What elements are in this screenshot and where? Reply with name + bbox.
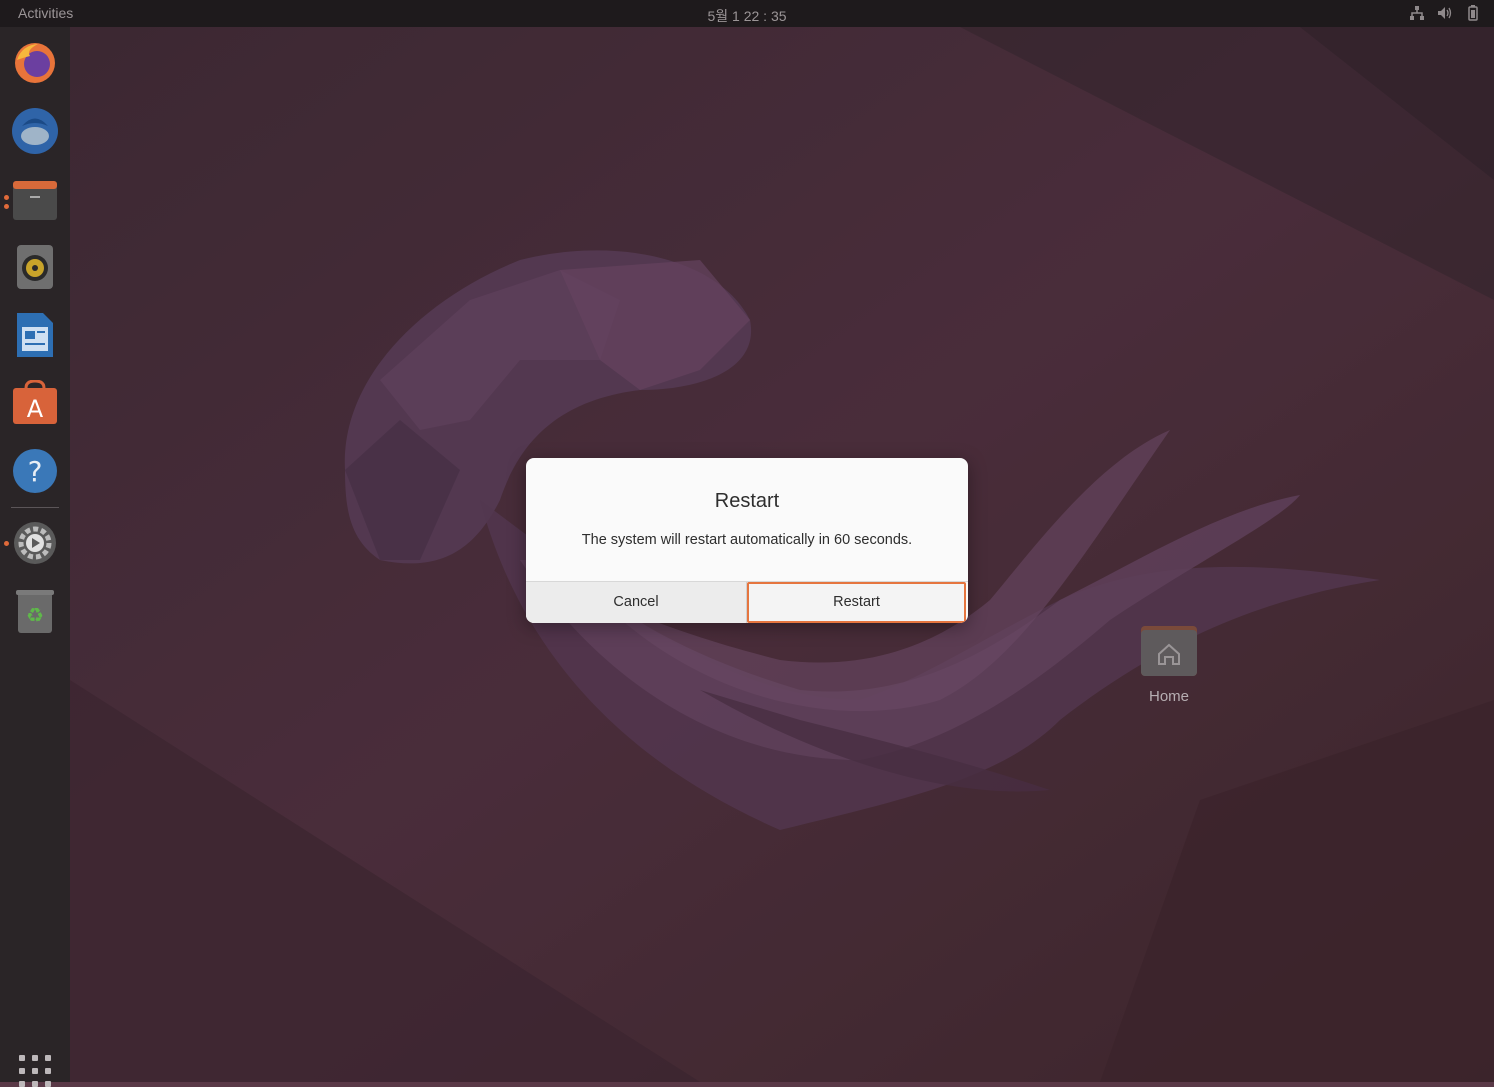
dock-software[interactable]: A (10, 378, 60, 428)
help-icon: ? (13, 449, 57, 493)
cancel-button[interactable]: Cancel (526, 582, 747, 623)
svg-text:A: A (27, 395, 44, 423)
network-icon[interactable] (1408, 4, 1426, 22)
dock-separator (11, 507, 59, 508)
desktop-home-label: Home (1148, 688, 1189, 705)
dock: A ? ♻ (0, 27, 70, 1087)
writer-icon (17, 313, 53, 357)
restart-dialog: Restart The system will restart automati… (526, 458, 968, 623)
dock-trash[interactable]: ♻ (10, 586, 60, 636)
dock-settings[interactable] (10, 518, 60, 568)
top-bar: Activities 5월 1 22 : 35 (0, 0, 1494, 27)
settings-icon (14, 522, 56, 564)
clock[interactable]: 5월 1 22 : 35 (0, 6, 1494, 26)
dialog-title: Restart (714, 490, 780, 512)
firefox-icon (15, 43, 55, 83)
software-icon: A (13, 380, 57, 424)
running-indicator (4, 541, 9, 546)
dialog-button-row: Cancel Restart (526, 581, 968, 623)
rhythmbox-icon (17, 245, 53, 289)
svg-text:?: ? (28, 455, 43, 488)
home-folder-icon (1141, 626, 1197, 676)
show-applications-icon[interactable] (19, 1055, 51, 1087)
running-indicator (4, 195, 9, 200)
trash-icon: ♻ (16, 590, 54, 633)
battery-icon[interactable] (1464, 4, 1482, 22)
system-tray[interactable] (1408, 4, 1482, 22)
dock-files[interactable] (10, 174, 60, 224)
volume-icon[interactable] (1436, 4, 1454, 22)
desktop-home-icon[interactable]: Home (1133, 624, 1205, 705)
dock-writer[interactable] (10, 310, 60, 360)
dock-rhythmbox[interactable] (10, 242, 60, 292)
dock-thunderbird[interactable] (10, 106, 60, 156)
restart-button[interactable]: Restart (747, 582, 966, 623)
thunderbird-icon (12, 108, 58, 154)
dock-help[interactable]: ? (10, 446, 60, 496)
dock-firefox[interactable] (10, 38, 60, 88)
running-indicator (4, 204, 9, 209)
files-icon (13, 181, 57, 220)
svg-text:♻: ♻ (26, 603, 44, 627)
dialog-message: The system will restart automatically in… (581, 532, 913, 548)
